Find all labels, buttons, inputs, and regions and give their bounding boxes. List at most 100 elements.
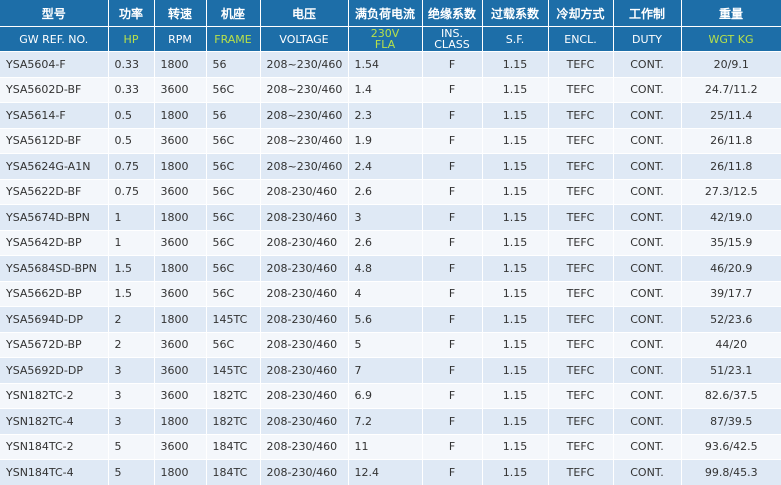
cell-power: 3	[108, 408, 155, 434]
cell-fla: 4.8	[348, 255, 423, 281]
cell-model: YSA5614-F	[0, 102, 109, 128]
cell-duty: CONT.	[613, 204, 682, 230]
col-header-weight-zh: 重量	[681, 0, 781, 27]
cell-weight: 99.8/45.3	[681, 459, 781, 485]
cell-service-factor: 1.15	[482, 255, 549, 281]
table-row: YSA5662D-BP 1.5 3600 56C 208-230/460 4 F 1.15 TE…	[0, 280, 781, 307]
cell-speed: 3600	[154, 76, 207, 103]
col-header-power-en-line1: HP	[123, 32, 139, 46]
cell-fla: 2.3	[348, 102, 423, 128]
cell-power: 5	[108, 459, 155, 485]
cell-weight: 20/9.1	[681, 51, 781, 77]
cell-speed: 1800	[154, 51, 207, 77]
cell-power: 0.5	[108, 102, 155, 128]
cell-power: 0.75	[108, 153, 155, 179]
cell-cooling: TEFC	[548, 459, 614, 485]
col-header-fla-en-line2: FLA	[374, 38, 396, 51]
cell-weight: 52/23.6	[681, 306, 781, 332]
cell-speed: 1800	[154, 408, 207, 434]
cell-cooling: TEFC	[548, 280, 614, 307]
cell-cooling: TEFC	[548, 408, 614, 434]
col-header-speed-en-line1: RPM	[168, 32, 192, 46]
cell-speed: 1800	[154, 102, 207, 128]
cell-voltage: 208-230/460	[260, 178, 349, 205]
cell-service-factor: 1.15	[482, 382, 549, 409]
cell-cooling: TEFC	[548, 127, 614, 154]
col-header-fla-en: 230V FLA	[348, 26, 423, 52]
cell-cooling: TEFC	[548, 51, 614, 77]
col-header-power-en: HP	[108, 26, 155, 52]
col-header-cooling-en-line1: ENCL.	[564, 32, 597, 46]
cell-voltage: 208-230/460	[260, 382, 349, 409]
cell-insulation: F	[422, 382, 483, 409]
cell-fla: 5.6	[348, 306, 423, 332]
table-row: YSA5602D-BF 0.33 3600 56C 208~230/460 1.4 F 1.1…	[0, 76, 781, 103]
cell-insulation: F	[422, 331, 483, 358]
cell-insulation: F	[422, 408, 483, 434]
col-header-speed-zh: 转速	[154, 0, 207, 27]
cell-frame: 56C	[206, 255, 261, 281]
cell-model: YSA5604-F	[0, 51, 109, 77]
cell-cooling: TEFC	[548, 306, 614, 332]
cell-weight: 27.3/12.5	[681, 178, 781, 205]
cell-model: YSA5684SD-BPN	[0, 255, 109, 281]
cell-cooling: TEFC	[548, 153, 614, 179]
cell-fla: 1.54	[348, 51, 423, 77]
col-header-model-zh: 型号	[0, 0, 109, 27]
table-row: YSN184TC-4 5 1800 184TC 208-230/460 12.4 F 1.15…	[0, 459, 781, 485]
table-row: YSA5672D-BP 2 3600 56C 208-230/460 5 F 1.15 TEFC…	[0, 331, 781, 358]
table-row: YSA5684SD-BPN 1.5 1800 56C 208-230/460 4.8 F 1.…	[0, 255, 781, 281]
col-header-speed-en: RPM	[154, 26, 207, 52]
table-body: YSA5604-F 0.33 1800 56 208~230/460 1.54 F 1.15 T…	[0, 51, 781, 485]
cell-weight: 42/19.0	[681, 204, 781, 230]
cell-service-factor: 1.15	[482, 76, 549, 103]
cell-duty: CONT.	[613, 51, 682, 77]
cell-voltage: 208~230/460	[260, 153, 349, 179]
cell-weight: 87/39.5	[681, 408, 781, 434]
col-header-cooling-zh: 冷却方式	[548, 0, 614, 27]
col-header-voltage-zh: 电压	[260, 0, 349, 27]
cell-service-factor: 1.15	[482, 433, 549, 460]
cell-cooling: TEFC	[548, 357, 614, 383]
col-header-duty-en: DUTY	[613, 26, 682, 52]
cell-power: 1.5	[108, 255, 155, 281]
cell-weight: 24.7/11.2	[681, 76, 781, 103]
cell-frame: 184TC	[206, 433, 261, 460]
cell-model: YSA5602D-BF	[0, 76, 109, 103]
col-header-duty-en-line1: DUTY	[632, 32, 662, 46]
cell-duty: CONT.	[613, 357, 682, 383]
cell-weight: 39/17.7	[681, 280, 781, 307]
cell-insulation: F	[422, 127, 483, 154]
cell-cooling: TEFC	[548, 102, 614, 128]
cell-fla: 2.6	[348, 178, 423, 205]
cell-frame: 56	[206, 102, 261, 128]
cell-voltage: 208-230/460	[260, 408, 349, 434]
cell-speed: 1800	[154, 153, 207, 179]
col-header-fla-zh: 满负荷电流	[348, 0, 423, 27]
cell-service-factor: 1.15	[482, 204, 549, 230]
cell-fla: 1.9	[348, 127, 423, 154]
cell-frame: 182TC	[206, 408, 261, 434]
cell-power: 2	[108, 331, 155, 358]
cell-fla: 12.4	[348, 459, 423, 485]
cell-service-factor: 1.15	[482, 51, 549, 77]
col-header-frame-zh: 机座	[206, 0, 261, 27]
cell-fla: 6.9	[348, 382, 423, 409]
cell-power: 0.33	[108, 76, 155, 103]
table-row: YSA5622D-BF 0.75 3600 56C 208-230/460 2.6 F 1.1…	[0, 178, 781, 205]
table-row: YSN182TC-4 3 1800 182TC 208-230/460 7.2 F 1.15 T…	[0, 408, 781, 434]
cell-cooling: TEFC	[548, 178, 614, 205]
cell-insulation: F	[422, 76, 483, 103]
cell-frame: 145TC	[206, 306, 261, 332]
cell-insulation: F	[422, 306, 483, 332]
col-header-insulation-zh: 绝缘系数	[422, 0, 483, 27]
cell-weight: 46/20.9	[681, 255, 781, 281]
table-row: YSN184TC-2 5 3600 184TC 208-230/460 11 F 1.15 TE…	[0, 433, 781, 460]
cell-insulation: F	[422, 51, 483, 77]
cell-insulation: F	[422, 357, 483, 383]
cell-insulation: F	[422, 255, 483, 281]
cell-fla: 5	[348, 331, 423, 358]
table-row: YSA5642D-BP 1 3600 56C 208-230/460 2.6 F 1.15 TE…	[0, 229, 781, 256]
cell-service-factor: 1.15	[482, 229, 549, 256]
cell-model: YSA5624G-A1N	[0, 153, 109, 179]
